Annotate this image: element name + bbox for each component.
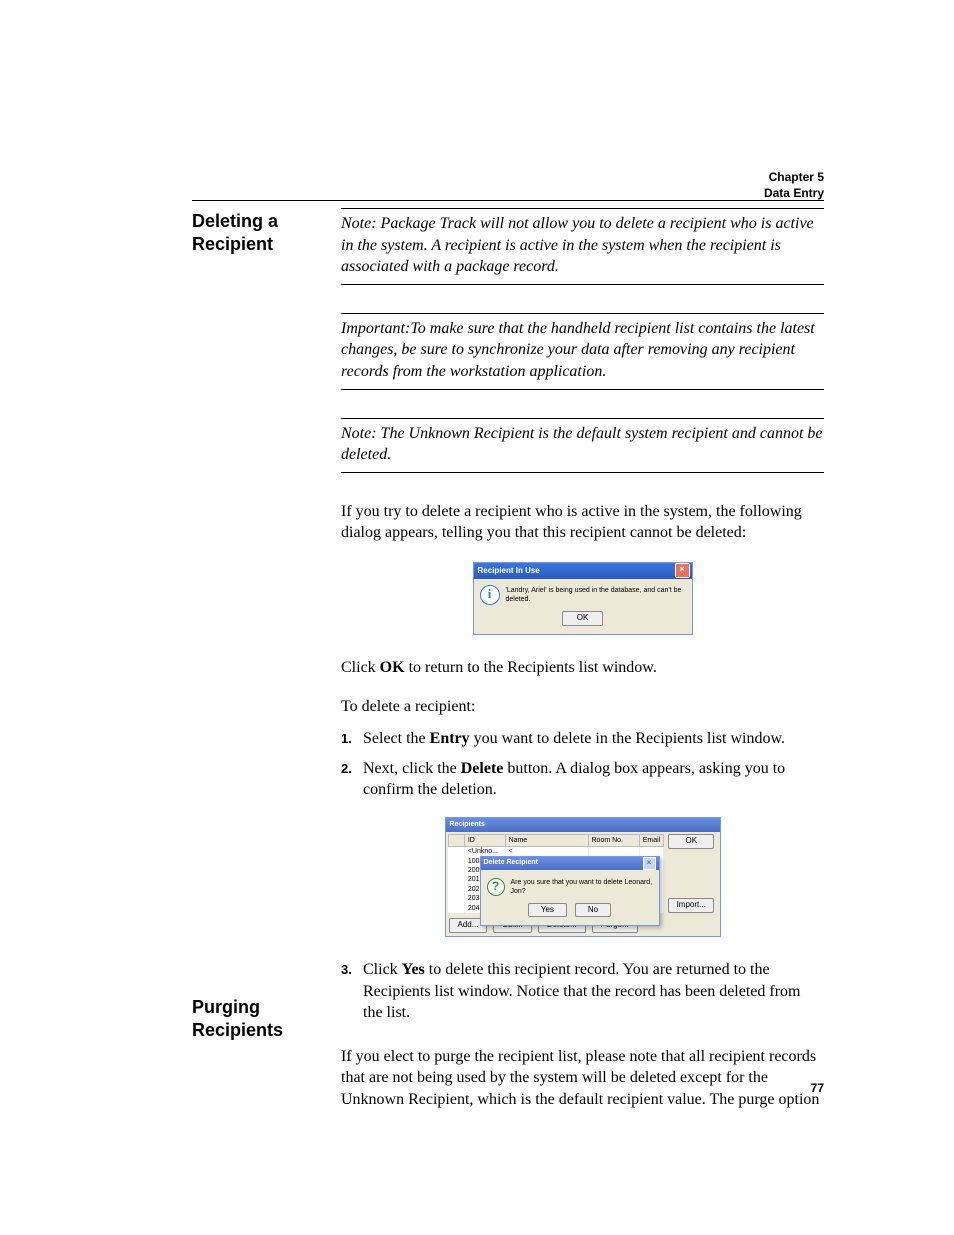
steps-list-3: 3. Click Yes to delete this recipient re… — [341, 959, 824, 1024]
close-icon[interactable]: × — [643, 857, 656, 870]
yes-button[interactable]: Yes — [528, 903, 567, 918]
step-2: 2. Next, click the Delete button. A dial… — [341, 758, 824, 801]
dialog-delete-recipient: Delete Recipient × ? Are you sure that y… — [480, 856, 660, 927]
col-blank[interactable] — [448, 834, 464, 846]
figure-recipient-in-use: Recipient In Use × i 'Landry, Ariel' is … — [341, 562, 824, 635]
purging-paragraph: If you elect to purge the recipient list… — [341, 1046, 824, 1111]
no-button[interactable]: No — [575, 903, 611, 918]
col-email[interactable]: Email — [639, 834, 664, 846]
dialog2-title: Recipients — [450, 820, 485, 829]
close-icon[interactable]: × — [675, 563, 690, 578]
page: Chapter 5 Data Entry Deleting a Recipien… — [0, 0, 954, 1235]
note-block-2: Note: The Unknown Recipient is the defau… — [341, 418, 824, 473]
step-1: 1. Select the Entry you want to delete i… — [341, 728, 824, 750]
click-ok-paragraph: Click OK to return to the Recipients lis… — [341, 657, 824, 679]
import-button[interactable]: Import... — [668, 898, 714, 913]
confirm-title: Delete Recipient — [484, 858, 538, 867]
dialog-recipient-in-use: Recipient In Use × i 'Landry, Ariel' is … — [473, 562, 693, 635]
chapter-label: Chapter 5 — [764, 170, 824, 186]
dialog1-title: Recipient In Use — [478, 566, 540, 577]
body-column: Note: Package Track will not allow you t… — [341, 208, 824, 1129]
section-heading-deleting: Deleting a Recipient — [192, 210, 322, 255]
col-name[interactable]: Name — [505, 834, 588, 846]
col-room[interactable]: Room No. — [588, 834, 639, 846]
dialog1-message: 'Landry, Ariel' is being used in the dat… — [506, 586, 686, 605]
page-number: 77 — [811, 1081, 824, 1095]
header-rule — [192, 200, 824, 201]
question-icon: ? — [487, 878, 505, 896]
step-3: 3. Click Yes to delete this recipient re… — [341, 959, 824, 1024]
page-header: Chapter 5 Data Entry — [764, 170, 824, 201]
important-block: Important:To make sure that the handheld… — [341, 313, 824, 390]
dialog1-titlebar: Recipient In Use × — [474, 563, 692, 579]
steps-list: 1. Select the Entry you want to delete i… — [341, 728, 824, 801]
confirm-message: Are you sure that you want to delete Leo… — [511, 878, 653, 897]
ok-button[interactable]: OK — [562, 611, 604, 626]
note-block-1: Note: Package Track will not allow you t… — [341, 208, 824, 285]
section-heading-purging: Purging Recipients — [192, 996, 322, 1041]
dialog2-titlebar: Recipients — [446, 818, 720, 832]
figure-recipients-window: Recipients ID Name Room No. Email <Unkno… — [341, 817, 824, 937]
ok-button[interactable]: OK — [668, 834, 714, 849]
section-label: Data Entry — [764, 186, 824, 202]
intro-paragraph: If you try to delete a recipient who is … — [341, 501, 824, 544]
dialog-recipients: Recipients ID Name Room No. Email <Unkno… — [445, 817, 721, 937]
to-delete-paragraph: To delete a recipient: — [341, 696, 824, 718]
info-icon: i — [480, 585, 500, 605]
col-id[interactable]: ID — [464, 834, 505, 846]
